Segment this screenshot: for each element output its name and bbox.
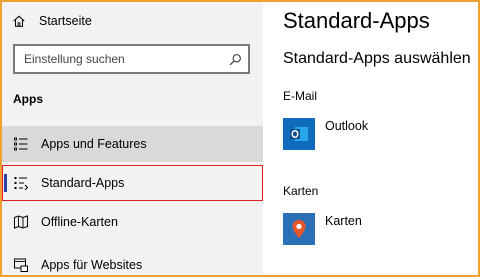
sidebar-item-label: Offline-Karten: [41, 215, 118, 229]
email-app-name: Outlook: [325, 119, 369, 133]
page-title: Standard-Apps: [283, 8, 430, 33]
maps-app-button[interactable]: Karten: [283, 213, 362, 245]
maps-icon: [283, 213, 315, 245]
section-subtitle: Standard-Apps auswählen: [283, 50, 471, 67]
selection-accent: [4, 174, 7, 192]
email-category-label: E-Mail: [283, 89, 318, 103]
sidebar-item-apps-for-websites[interactable]: Apps für Websites: [2, 247, 263, 277]
home-link[interactable]: Startseite: [12, 11, 92, 31]
search-input[interactable]: Einstellung suchen: [13, 44, 250, 74]
sidebar-item-apps-features[interactable]: Apps und Features: [2, 126, 263, 162]
sidebar-item-label: Apps für Websites: [41, 258, 143, 272]
section-heading-apps: Apps: [13, 92, 43, 106]
list-icon: [13, 136, 29, 152]
sidebar-item-default-apps[interactable]: Standard-Apps: [2, 165, 263, 201]
sidebar-item-label: Standard-Apps: [41, 176, 125, 190]
outlook-icon: [283, 118, 315, 150]
main-content: Standard-Apps Standard-Apps auswählen E-…: [263, 2, 478, 275]
default-apps-icon: [13, 175, 29, 191]
maps-app-name: Karten: [325, 214, 362, 228]
website-app-icon: [13, 257, 29, 273]
home-icon: [13, 15, 25, 27]
home-label: Startseite: [39, 14, 92, 28]
maps-category-label: Karten: [283, 184, 319, 198]
offline-map-icon: [13, 214, 29, 230]
sidebar-item-offline-maps[interactable]: Offline-Karten: [2, 204, 263, 240]
email-app-button[interactable]: Outlook: [283, 118, 368, 150]
sidebar-item-label: Apps und Features: [41, 137, 147, 151]
search-placeholder: Einstellung suchen: [24, 52, 125, 66]
sidebar: Startseite Einstellung suchen Apps Apps …: [2, 2, 263, 275]
search-icon[interactable]: [229, 53, 242, 66]
